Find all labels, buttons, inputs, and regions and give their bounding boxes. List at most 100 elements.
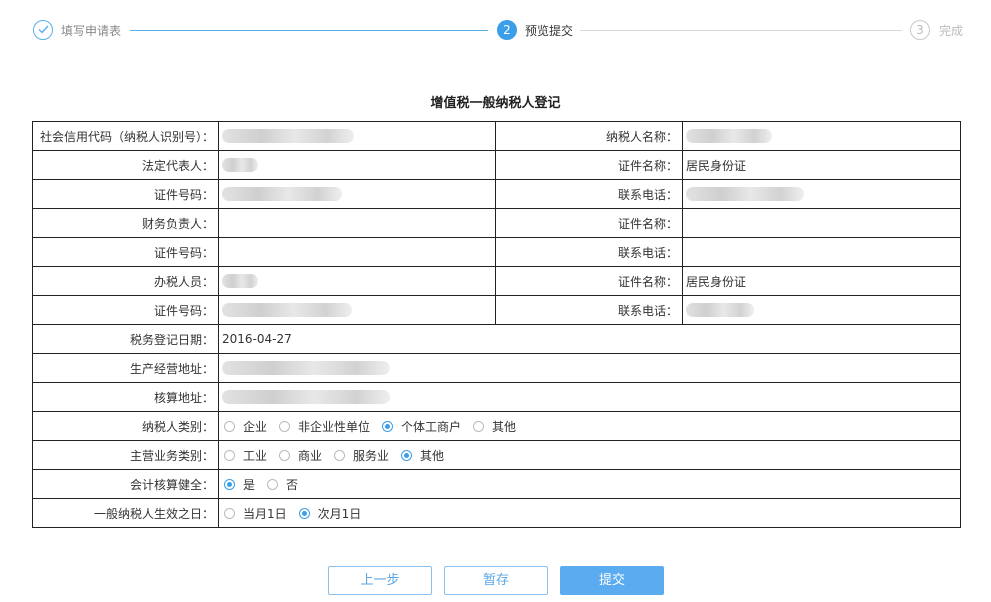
main-biz-option-label: 工业 xyxy=(243,448,268,463)
accounting-sound-label: 会计核算健全： xyxy=(32,469,219,499)
tax-agent-cert-no-value xyxy=(218,295,496,325)
legal-rep-cert-name-value: 居民身份证 xyxy=(682,150,961,180)
step-1-check-icon xyxy=(33,20,53,40)
taxpayer-type-label: 纳税人类别： xyxy=(32,411,219,441)
accounting-option-label: 是 xyxy=(243,477,256,492)
redacted-value xyxy=(222,303,352,318)
credit-code-value xyxy=(218,121,496,151)
taxpayer-type-radio-0[interactable] xyxy=(224,420,235,432)
step-3-label: 完成 xyxy=(939,24,964,38)
redacted-value xyxy=(686,129,772,144)
main-biz-type-label: 主营业务类别： xyxy=(32,440,219,470)
step-2-label: 预览提交 xyxy=(525,24,574,38)
redacted-value xyxy=(222,129,354,144)
tax-agent-cert-name-label: 证件名称： xyxy=(495,266,683,296)
reg-date-value: 2016-04-27 xyxy=(218,324,961,354)
main-biz-radio-2[interactable] xyxy=(334,449,346,461)
table-row: 证件号码： 联系电话： xyxy=(32,237,961,267)
taxpayer-type-radio-3[interactable] xyxy=(473,420,485,432)
form-title: 增值税一般纳税人登记 xyxy=(430,96,561,111)
taxpayer-type-option-label: 个体工商户 xyxy=(401,419,462,434)
main-biz-radio-1[interactable] xyxy=(279,449,291,461)
taxpayer-type-radio-1[interactable] xyxy=(279,420,291,432)
finance-cert-name-label: 证件名称： xyxy=(495,208,683,238)
reg-date-label: 税务登记日期： xyxy=(32,324,219,354)
table-row: 主营业务类别： 工业 商业 服务业 其他 xyxy=(32,440,961,470)
legal-rep-phone-value xyxy=(682,179,961,209)
redacted-value xyxy=(222,390,390,405)
effective-option-label: 次月1日 xyxy=(317,506,362,521)
table-row: 办税人员： 证件名称： 居民身份证 xyxy=(32,266,961,296)
table-row: 证件号码： 联系电话： xyxy=(32,295,961,325)
redacted-value xyxy=(686,303,754,318)
table-row: 生产经营地址： xyxy=(32,353,961,383)
main-biz-radio-group: 工业 商业 服务业 其他 xyxy=(222,447,454,464)
taxpayer-type-radio-group: 企业 非企业性单位 个体工商户 其他 xyxy=(222,418,526,435)
table-row: 财务负责人： 证件名称： xyxy=(32,208,961,238)
taxpayer-type-option-label: 非企业性单位 xyxy=(298,419,371,434)
redacted-value xyxy=(686,187,804,202)
step-1-label: 填写申请表 xyxy=(61,24,122,38)
taxpayer-name-value xyxy=(682,121,961,151)
effective-date-options: 当月1日 次月1日 xyxy=(218,498,961,528)
redacted-value xyxy=(222,274,258,289)
accounting-radio-1[interactable] xyxy=(267,478,279,490)
main-biz-radio-0[interactable] xyxy=(224,449,235,461)
table-row: 法定代表人： 证件名称： 居民身份证 xyxy=(32,150,961,180)
prev-step-button[interactable]: 上一步 xyxy=(328,566,432,595)
main-biz-option-label: 商业 xyxy=(298,448,323,463)
effective-date-label: 一般纳税人生效之日： xyxy=(32,498,219,528)
tax-agent-phone-value xyxy=(682,295,961,325)
tax-agent-phone-label: 联系电话： xyxy=(495,295,683,325)
step-connector-1 xyxy=(130,30,488,31)
legal-rep-cert-no-value xyxy=(218,179,496,209)
legal-rep-cert-name-label: 证件名称： xyxy=(495,150,683,180)
redacted-value xyxy=(222,158,258,173)
legal-rep-phone-label: 联系电话： xyxy=(495,179,683,209)
tax-agent-cert-name-value: 居民身份证 xyxy=(682,266,961,296)
taxpayer-name-label: 纳税人名称： xyxy=(495,121,683,151)
table-row: 证件号码： 联系电话： xyxy=(32,179,961,209)
legal-rep-cert-no-label: 证件号码： xyxy=(32,179,219,209)
legal-rep-value xyxy=(218,150,496,180)
table-row: 会计核算健全： 是 否 xyxy=(32,469,961,499)
accounting-radio-0[interactable] xyxy=(224,478,235,490)
registration-table: 社会信用代码（纳税人识别号）： 纳税人名称： 法定代表人： 证件名称： 居民身份… xyxy=(32,121,961,528)
finance-phone-value xyxy=(682,237,961,267)
finance-cert-no-value xyxy=(218,237,496,267)
effective-radio-1[interactable] xyxy=(298,507,310,519)
save-draft-button[interactable]: 暂存 xyxy=(444,566,548,595)
redacted-value xyxy=(222,361,390,376)
finance-phone-label: 联系电话： xyxy=(495,237,683,267)
effective-radio-group: 当月1日 次月1日 xyxy=(222,505,371,522)
effective-radio-0[interactable] xyxy=(224,507,235,519)
taxpayer-type-option-label: 其他 xyxy=(492,419,517,434)
table-row: 一般纳税人生效之日： 当月1日 次月1日 xyxy=(32,498,961,528)
finance-cert-name-value xyxy=(682,208,961,238)
credit-code-label: 社会信用代码（纳税人识别号）： xyxy=(32,121,219,151)
taxpayer-type-options: 企业 非企业性单位 个体工商户 其他 xyxy=(218,411,961,441)
accounting-sound-options: 是 否 xyxy=(218,469,961,499)
tax-agent-label: 办税人员： xyxy=(32,266,219,296)
effective-option-label: 当月1日 xyxy=(243,506,287,521)
tax-agent-value xyxy=(218,266,496,296)
main-biz-radio-3[interactable] xyxy=(401,449,413,461)
biz-address-value xyxy=(218,353,961,383)
taxpayer-type-option-label: 企业 xyxy=(243,419,268,434)
acct-address-value xyxy=(218,382,961,412)
finance-head-value xyxy=(218,208,496,238)
finance-head-label: 财务负责人： xyxy=(32,208,219,238)
main-biz-type-options: 工业 商业 服务业 其他 xyxy=(218,440,961,470)
table-row: 税务登记日期： 2016-04-27 xyxy=(32,324,961,354)
redacted-value xyxy=(222,187,342,202)
accounting-radio-group: 是 否 xyxy=(222,476,308,493)
table-row: 纳税人类别： 企业 非企业性单位 个体工商户 其他 xyxy=(32,411,961,441)
biz-address-label: 生产经营地址： xyxy=(32,353,219,383)
legal-rep-label: 法定代表人： xyxy=(32,150,219,180)
table-row: 社会信用代码（纳税人识别号）： 纳税人名称： xyxy=(32,121,961,151)
submit-button[interactable]: 提交 xyxy=(560,566,664,595)
taxpayer-type-radio-2[interactable] xyxy=(382,420,394,432)
tax-agent-cert-no-label: 证件号码： xyxy=(32,295,219,325)
finance-cert-no-label: 证件号码： xyxy=(32,237,219,267)
step-2-number: 2 xyxy=(497,20,517,40)
